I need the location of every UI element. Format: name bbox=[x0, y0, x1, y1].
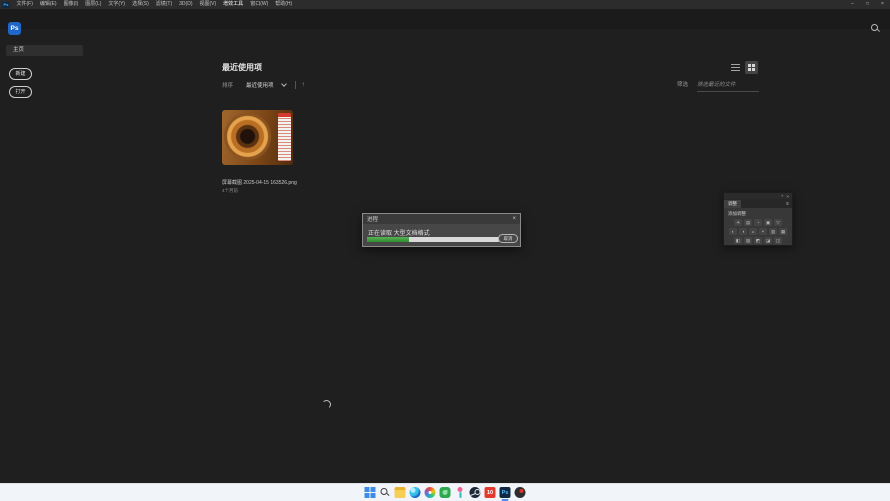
list-view-icon[interactable] bbox=[731, 64, 740, 71]
start-icon[interactable] bbox=[365, 487, 376, 498]
photo-filter-icon[interactable]: ◓ bbox=[759, 228, 767, 235]
menu-item[interactable]: 视图(V) bbox=[196, 0, 220, 9]
sort-dropdown[interactable]: 最近使用项 bbox=[246, 81, 274, 89]
adjustments-panel: ^ × 调整 ≡ 添加调整 ☀▤◔▣▽ ◐◑◒◓▥▦ ◧▨◩◪◫ bbox=[723, 192, 793, 246]
search-icon[interactable] bbox=[871, 24, 880, 33]
adjustment-row: ☀▤◔▣▽ bbox=[724, 219, 792, 226]
search-icon[interactable] bbox=[380, 487, 391, 498]
invert-icon[interactable]: ◧ bbox=[734, 237, 742, 244]
levels-icon[interactable]: ▤ bbox=[744, 219, 752, 226]
taskbar-icons: 10 Ps bbox=[365, 487, 526, 498]
sort-row: 排序 最近使用项 ↑ bbox=[222, 80, 305, 90]
curves-icon[interactable]: ◔ bbox=[754, 219, 762, 226]
adjustment-row: ◐◑◒◓▥▦ bbox=[724, 228, 792, 235]
filter-row: 筛选 筛选最近的文件 bbox=[677, 80, 759, 92]
brightness-contrast-icon[interactable]: ☀ bbox=[734, 219, 742, 226]
vibrance-icon[interactable]: ▽ bbox=[774, 219, 782, 226]
page-title: 最近使用项 bbox=[222, 62, 262, 73]
gradient-map-icon[interactable]: ◪ bbox=[764, 237, 772, 244]
menu-item[interactable]: 窗口(W) bbox=[247, 0, 272, 9]
dialog-message: 正在读取 大型文档格式 bbox=[368, 228, 520, 237]
app-10-icon[interactable]: 10 bbox=[485, 487, 496, 498]
collapse-icon[interactable]: ^ bbox=[781, 194, 783, 199]
threshold-icon[interactable]: ◩ bbox=[754, 237, 762, 244]
minimize-button[interactable]: – bbox=[845, 0, 860, 9]
menu-item[interactable]: 编辑(E) bbox=[36, 0, 60, 9]
hue-saturation-icon[interactable]: ◐ bbox=[729, 228, 737, 235]
steam-icon[interactable] bbox=[470, 487, 481, 498]
windows-taskbar: 10Ps ^ 中 10:10 2025/8/26 bbox=[0, 483, 890, 501]
divider bbox=[295, 81, 296, 89]
file-name: 屏幕截图 2025-04-15 163526.png bbox=[222, 179, 293, 186]
sort-direction-icon[interactable]: ↑ bbox=[302, 82, 305, 88]
menu-item[interactable]: 3D(D) bbox=[176, 0, 196, 9]
view-toggles bbox=[731, 61, 758, 74]
close-icon[interactable]: × bbox=[512, 215, 516, 223]
file-age: 4个月前 bbox=[222, 188, 293, 194]
menu-item[interactable]: 图层(L) bbox=[82, 0, 105, 9]
filter-input[interactable]: 筛选最近的文件 bbox=[697, 80, 759, 92]
menu-item[interactable]: 选择(S) bbox=[129, 0, 153, 9]
photos-icon[interactable] bbox=[425, 487, 436, 498]
cancel-button[interactable]: 取消 bbox=[498, 234, 518, 243]
menu-bar: Ps 文件(F)编辑(E)图像(I)图层(L)文字(Y)选择(S)滤镜(T)3D… bbox=[0, 0, 890, 9]
panel-section-label: 添加调整 bbox=[728, 211, 792, 217]
close-icon[interactable]: × bbox=[786, 194, 789, 199]
adjustment-row: ◧▨◩◪◫ bbox=[724, 237, 792, 244]
menu-item[interactable]: 文件(F) bbox=[13, 0, 36, 9]
dialog-title: 进程 bbox=[367, 215, 378, 223]
photoshop-logo: Ps bbox=[8, 22, 21, 35]
file-explorer-icon[interactable] bbox=[395, 487, 406, 498]
dialog-titlebar[interactable]: 进程 × bbox=[363, 214, 520, 224]
panel-tabs: 调整 ≡ bbox=[724, 199, 792, 208]
photoshop-icon[interactable]: Ps bbox=[500, 487, 511, 498]
progress-fill bbox=[367, 237, 409, 242]
progress-dialog: 进程 × 正在读取 大型文档格式 取消 bbox=[362, 213, 521, 247]
close-button[interactable]: × bbox=[875, 0, 890, 9]
file-thumbnail[interactable] bbox=[222, 110, 293, 165]
color-lookup-icon[interactable]: ▦ bbox=[779, 228, 787, 235]
black-white-icon[interactable]: ◒ bbox=[749, 228, 757, 235]
chevron-down-icon[interactable] bbox=[281, 81, 287, 87]
restore-button[interactable]: □ bbox=[860, 0, 875, 9]
open-button[interactable]: 打开 bbox=[9, 86, 32, 98]
menu-item[interactable]: 滤镜(T) bbox=[152, 0, 175, 9]
menu-items: 文件(F)编辑(E)图像(I)图层(L)文字(Y)选择(S)滤镜(T)3D(D)… bbox=[13, 0, 296, 9]
photoshop-window: Ps 文件(F)编辑(E)图像(I)图层(L)文字(Y)选择(S)滤镜(T)3D… bbox=[0, 0, 890, 501]
dark-app-icon[interactable] bbox=[515, 487, 526, 498]
sidebar-item-home[interactable]: 主页 bbox=[6, 45, 83, 56]
new-button[interactable]: 新建 bbox=[9, 68, 32, 80]
selective-color-icon[interactable]: ◫ bbox=[774, 237, 782, 244]
app-mini-icon: Ps bbox=[2, 2, 10, 8]
pin-app-icon[interactable] bbox=[455, 487, 466, 498]
channel-mixer-icon[interactable]: ▥ bbox=[769, 228, 777, 235]
green-app-icon[interactable] bbox=[440, 487, 451, 498]
panel-menu-icon[interactable]: ≡ bbox=[786, 201, 789, 207]
thumbnail-detail bbox=[278, 113, 291, 161]
exposure-icon[interactable]: ▣ bbox=[764, 219, 772, 226]
recent-file-card[interactable]: 屏幕截图 2025-04-15 163526.png 4个月前 bbox=[222, 110, 293, 194]
menu-item[interactable]: 图像(I) bbox=[60, 0, 82, 9]
progress-bar bbox=[367, 237, 499, 242]
menu-item[interactable]: 文字(Y) bbox=[105, 0, 129, 9]
grid-view-icon[interactable] bbox=[745, 61, 758, 74]
edge-icon[interactable] bbox=[410, 487, 421, 498]
posterize-icon[interactable]: ▨ bbox=[744, 237, 752, 244]
loading-spinner-icon bbox=[322, 400, 331, 409]
window-controls: –□× bbox=[845, 0, 890, 9]
menu-item[interactable]: 增效工具 bbox=[220, 0, 247, 9]
filter-label: 筛选 bbox=[677, 80, 688, 88]
tab-adjustments[interactable]: 调整 bbox=[724, 200, 741, 208]
color-balance-icon[interactable]: ◑ bbox=[739, 228, 747, 235]
app-header-bar: Ps bbox=[0, 9, 890, 29]
sort-label: 排序 bbox=[222, 81, 233, 89]
menu-item[interactable]: 帮助(H) bbox=[272, 0, 296, 9]
